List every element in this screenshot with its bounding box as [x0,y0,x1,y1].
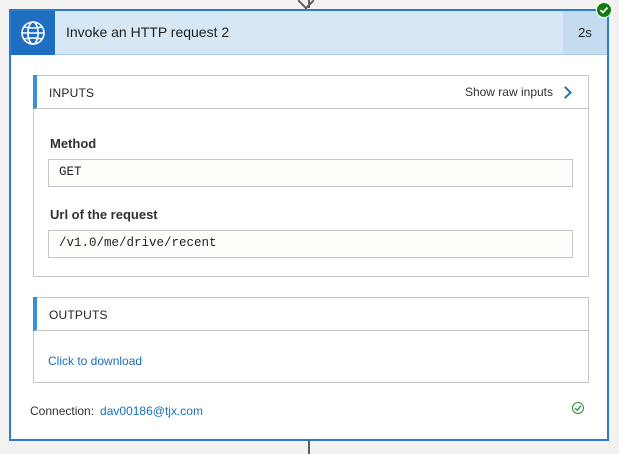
inputs-section-header: INPUTS Show raw inputs [33,75,588,109]
chevron-right-icon [559,86,572,99]
outputs-section-header: OUTPUTS [33,297,588,331]
globe-icon [11,11,55,55]
connector-line-bottom [308,440,310,454]
connection-label: Connection: [30,404,95,418]
click-to-download-link[interactable]: Click to download [48,354,142,368]
action-card: Invoke an HTTP request 2 2s INPUTS Show … [9,9,609,441]
inputs-title: INPUTS [49,86,95,100]
url-field[interactable]: /v1.0/me/drive/recent [48,230,573,258]
outputs-title: OUTPUTS [49,308,108,322]
show-raw-inputs-label: Show raw inputs [464,85,553,99]
connection-ok-icon [572,402,584,414]
outputs-section: OUTPUTS Click to download [33,297,589,383]
show-raw-inputs-link[interactable]: Show raw inputs [464,85,572,99]
method-label: Method [50,136,97,151]
action-title: Invoke an HTTP request 2 [66,24,230,40]
connection-account-link[interactable]: dav00186@tjx.com [100,404,203,418]
flow-run-page: Invoke an HTTP request 2 2s INPUTS Show … [0,0,619,454]
connection-info: Connection: dav00186@tjx.com [30,404,203,418]
url-label: Url of the request [50,207,158,222]
success-check-icon [596,2,612,18]
inputs-section: INPUTS Show raw inputs Method GET Url of… [33,75,589,277]
method-field[interactable]: GET [48,159,573,187]
action-header[interactable]: Invoke an HTTP request 2 2s [11,11,607,55]
